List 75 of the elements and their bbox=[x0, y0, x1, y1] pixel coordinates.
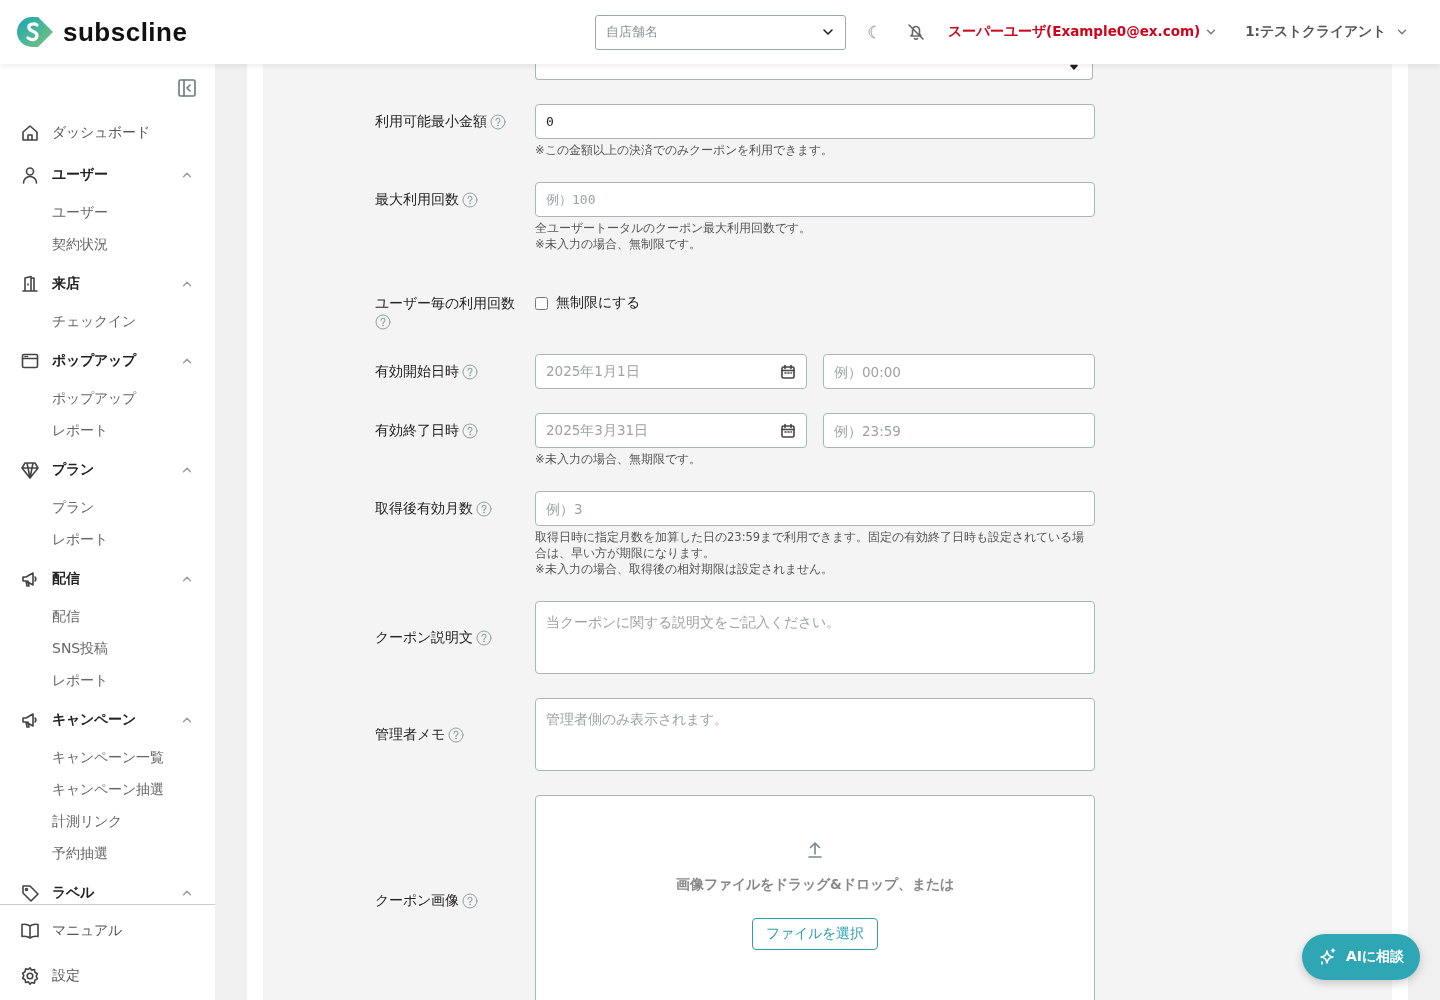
help-icon[interactable] bbox=[476, 629, 492, 646]
sidebar-subitem[interactable]: レポート bbox=[20, 414, 215, 446]
sidebar-item[interactable]: 設定 bbox=[20, 953, 215, 998]
select-placeholder: 自店舗名 bbox=[606, 23, 659, 41]
textarea-field[interactable]: 当クーポンに関する説明文をご記入ください。 bbox=[535, 601, 1095, 674]
hint-text: 全ユーザートータルのクーポン最大利用回数です。 bbox=[535, 220, 812, 236]
field-label: クーポン画像 bbox=[375, 892, 459, 910]
choose-file-button[interactable]: ファイルを選択 bbox=[752, 918, 878, 950]
sidebar-subitem[interactable]: ユーザー bbox=[20, 196, 215, 228]
upload-dropzone[interactable]: 画像ファイルをドラッグ&ドロップ、または ファイルを選択 bbox=[535, 795, 1095, 1000]
sidebar-item[interactable]: マニュアル bbox=[20, 908, 215, 953]
help-icon[interactable] bbox=[375, 314, 391, 330]
sidebar-subitem[interactable]: キャンペーン一覧 bbox=[20, 741, 215, 773]
store-select[interactable]: 自店舗名 bbox=[595, 14, 847, 50]
field-label: クーポン説明文 bbox=[375, 628, 473, 647]
time-field[interactable]: 例）23:59 bbox=[823, 413, 1095, 448]
help-icon[interactable] bbox=[462, 423, 478, 439]
help-icon[interactable] bbox=[476, 501, 492, 517]
sidebar-item[interactable]: ラベル bbox=[20, 872, 215, 904]
sidebar-item[interactable]: ダッシュボード bbox=[20, 112, 215, 154]
field-label: 有効開始日時 bbox=[375, 363, 459, 381]
input-field[interactable]: 例）3 bbox=[535, 491, 1095, 526]
hint-text: ※未入力の場合、無制限です。 bbox=[535, 236, 702, 252]
sidebar-item[interactable]: プラン bbox=[20, 449, 215, 491]
checkbox[interactable] bbox=[535, 296, 548, 310]
dropzone-text: 画像ファイルをドラッグ&ドロップ、または bbox=[676, 876, 954, 894]
field-label: ユーザー毎の利用回数 bbox=[375, 295, 516, 313]
help-icon[interactable] bbox=[490, 114, 506, 130]
help-icon[interactable] bbox=[462, 364, 478, 380]
settings-icon bbox=[20, 965, 40, 986]
collapse-sidebar-icon[interactable] bbox=[177, 78, 197, 98]
field-label: 利用可能最小金額 bbox=[375, 113, 487, 131]
textarea-field[interactable]: 管理者側のみ表示されます。 bbox=[535, 698, 1095, 771]
sidebar-subitem[interactable]: レポート bbox=[20, 664, 215, 696]
upload-icon bbox=[806, 840, 824, 860]
logo-icon bbox=[16, 16, 54, 48]
calendar-icon bbox=[780, 363, 796, 380]
sidebar-subitem[interactable]: ポップアップ bbox=[20, 382, 215, 414]
bell-off-icon[interactable] bbox=[906, 22, 927, 42]
input-field[interactable]: 0 bbox=[535, 104, 1095, 139]
sidebar-subitem[interactable]: チェックイン bbox=[20, 305, 215, 337]
field-label: 最大利用回数 bbox=[375, 191, 459, 209]
hint-text: ※この金額以上の決済でのみクーポンを利用できます。 bbox=[535, 142, 834, 158]
help-icon[interactable] bbox=[448, 726, 464, 743]
sidebar-item[interactable]: キャンペーン bbox=[20, 699, 215, 741]
select-field[interactable] bbox=[535, 64, 1093, 80]
sidebar-item[interactable]: 来店 bbox=[20, 263, 215, 305]
input-field[interactable]: 例）100 bbox=[535, 182, 1095, 217]
field-label: 取得後有効月数 bbox=[375, 500, 473, 518]
help-icon[interactable] bbox=[462, 893, 478, 909]
logo-text: subscline bbox=[63, 16, 188, 48]
sidebar-item[interactable]: 配信 bbox=[20, 558, 215, 600]
sidebar-subitem[interactable]: レポート bbox=[20, 523, 215, 555]
book-icon bbox=[20, 920, 40, 941]
sidebar-subitem[interactable]: 契約状況 bbox=[20, 228, 215, 260]
sidebar-item[interactable]: ポップアップ bbox=[20, 340, 215, 382]
hint-text: 取得日時に指定月数を加算した日の23:59まで利用できます。固定の有効終了日時も設定されている場合は、早い方が期限になります。 bbox=[535, 529, 1086, 561]
help-icon[interactable] bbox=[462, 192, 478, 208]
time-field[interactable]: 例）00:00 bbox=[823, 354, 1095, 389]
sidebar-item[interactable]: ユーザー bbox=[20, 154, 215, 196]
sidebar-subitem[interactable]: 配信 bbox=[20, 600, 215, 632]
checkbox-label[interactable]: 無制限にする bbox=[556, 294, 640, 312]
client-menu[interactable]: 1:テストクライアント bbox=[1245, 23, 1408, 41]
calendar-icon bbox=[780, 422, 796, 439]
hint-text: ※未入力の場合、無期限です。 bbox=[535, 451, 702, 467]
sidebar-subitem[interactable]: SNS投稿 bbox=[20, 632, 215, 664]
hint-text: ※未入力の場合、取得後の相対期限は設定されません。 bbox=[535, 561, 834, 577]
sidebar-subitem[interactable]: 予約抽選 bbox=[20, 837, 215, 869]
field-label: 管理者メモ bbox=[375, 725, 445, 744]
sidebar-subitem[interactable]: プラン bbox=[20, 491, 215, 523]
sparkle-icon bbox=[1317, 947, 1338, 967]
sidebar-subitem[interactable]: キャンペーン抽選 bbox=[20, 773, 215, 805]
field-label: 有効終了日時 bbox=[375, 422, 459, 440]
sidebar-subitem[interactable]: 計測リンク bbox=[20, 805, 215, 837]
user-menu[interactable]: スーパーユーザ(Example0@ex.com) bbox=[948, 23, 1218, 41]
